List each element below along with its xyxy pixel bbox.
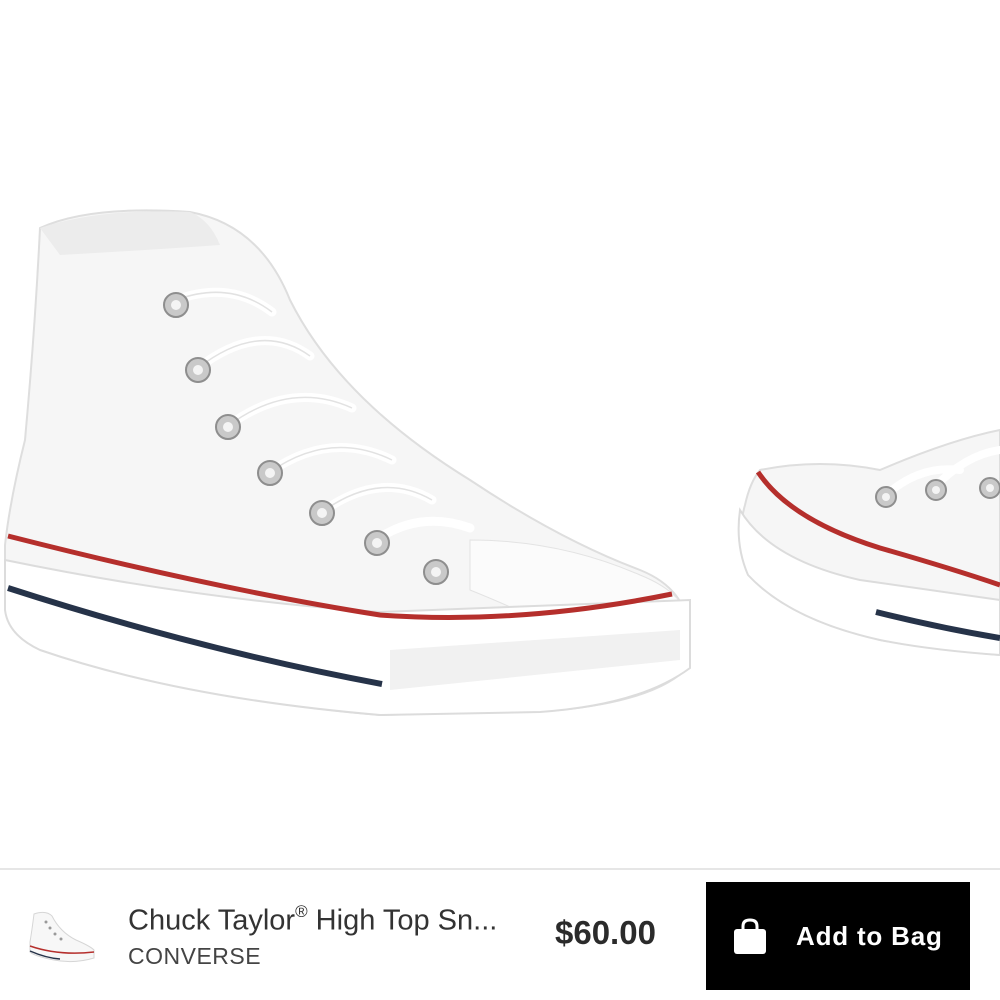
high-top-sneaker-image (4, 209, 691, 717)
sticky-add-to-bag-bar: Chuck Taylor® High Top Sn... CONVERSE $6… (0, 868, 1000, 1000)
add-to-bag-button[interactable]: Add to Bag (706, 882, 970, 990)
low-top-sneaker-image (737, 428, 1000, 657)
shopping-bag-icon (734, 918, 766, 954)
product-image-gallery[interactable] (0, 0, 1000, 868)
sneaker-thumbnail-image (29, 911, 95, 963)
product-thumbnail[interactable] (24, 906, 100, 966)
product-image-main[interactable] (0, 0, 1000, 868)
product-price: $60.00 (555, 914, 656, 951)
product-title[interactable]: Chuck Taylor® High Top Sn... (128, 892, 528, 943)
product-title-rest: High Top Sn... (307, 904, 498, 937)
product-brand: CONVERSE (128, 943, 262, 969)
add-to-bag-label: Add to Bag (796, 920, 943, 951)
registered-mark: ® (295, 902, 308, 921)
product-title-name: Chuck Taylor (128, 904, 296, 937)
